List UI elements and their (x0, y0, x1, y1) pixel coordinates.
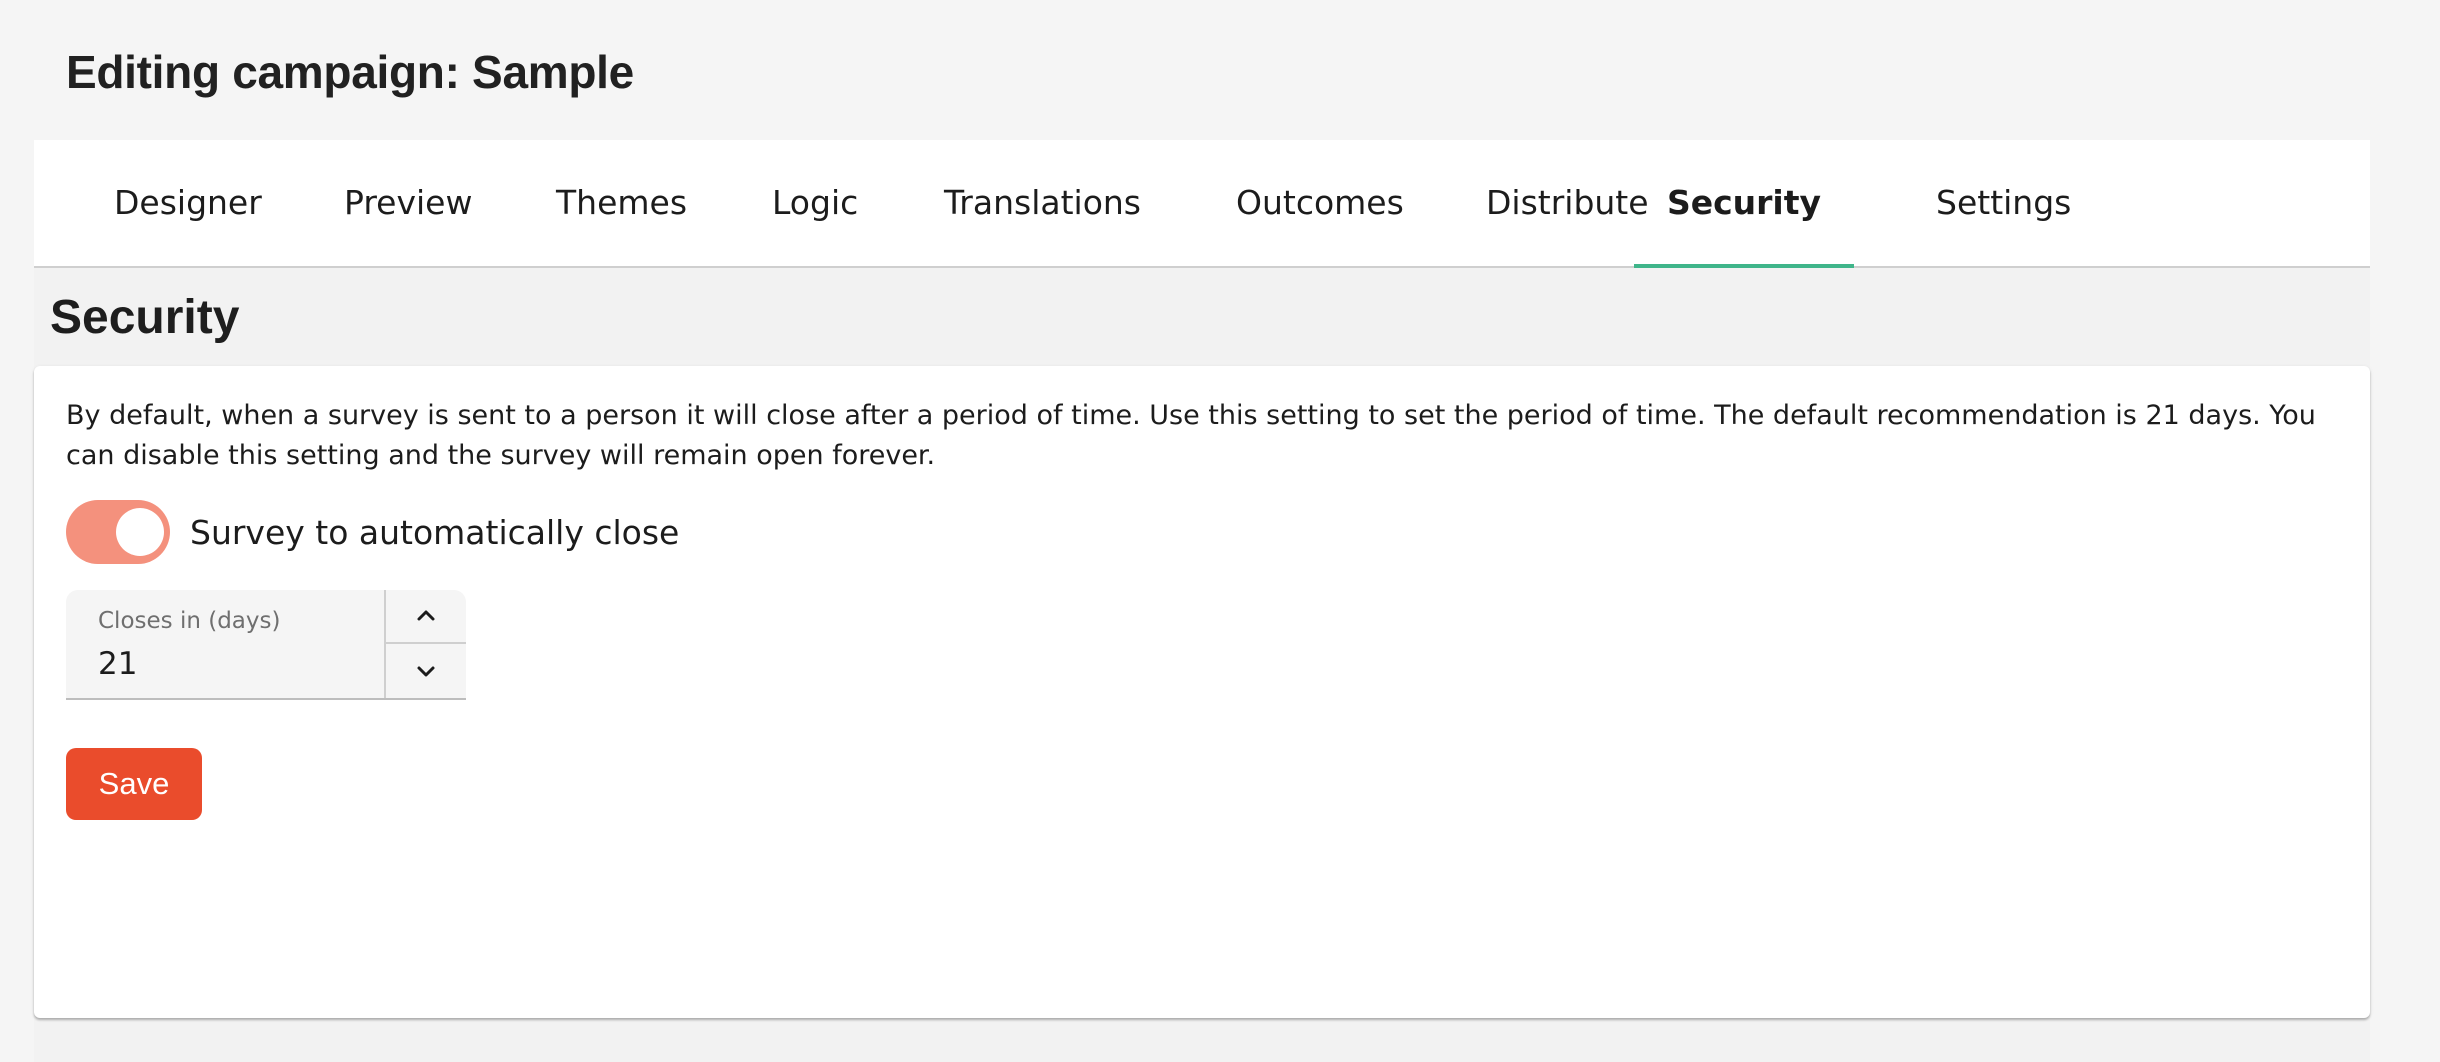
increment-button[interactable] (386, 590, 466, 644)
closes-in-label: Closes in (days) (98, 608, 281, 634)
section-title: Security (50, 291, 240, 344)
save-button[interactable]: Save (66, 748, 202, 820)
chevron-up-icon (417, 610, 435, 621)
toggle-track[interactable] (66, 500, 170, 564)
toggle-label: Survey to automatically close (190, 512, 680, 552)
security-card: By default, when a survey is sent to a p… (34, 366, 2370, 1018)
tab-preview[interactable]: Preview (296, 140, 520, 266)
active-tab-indicator (1634, 264, 1854, 268)
tab-bar: Designer Preview Themes Logic Translatio… (34, 140, 2370, 268)
tab-themes[interactable]: Themes (508, 140, 735, 266)
campaign-panel: Designer Preview Themes Logic Translatio… (34, 140, 2370, 1062)
tab-security[interactable]: Security (1634, 140, 1854, 268)
tab-security-label: Security (1666, 183, 1822, 222)
decrement-button[interactable] (386, 644, 466, 698)
closes-in-input[interactable] (98, 646, 358, 682)
tab-logic[interactable]: Logic (724, 140, 906, 266)
page-title: Editing campaign: Sample (66, 46, 634, 98)
security-description: By default, when a survey is sent to a p… (66, 400, 2316, 471)
tab-translations[interactable]: Translations (896, 140, 1189, 266)
tab-outcomes[interactable]: Outcomes (1188, 140, 1452, 266)
toggle-thumb (116, 508, 164, 556)
stepper-buttons (384, 590, 466, 698)
tab-settings[interactable]: Settings (1888, 140, 2119, 266)
closes-in-stepper: Closes in (days) (66, 590, 466, 700)
chevron-down-icon (417, 666, 435, 677)
tab-designer[interactable]: Designer (66, 140, 310, 266)
auto-close-toggle[interactable]: Survey to automatically close (66, 500, 679, 564)
